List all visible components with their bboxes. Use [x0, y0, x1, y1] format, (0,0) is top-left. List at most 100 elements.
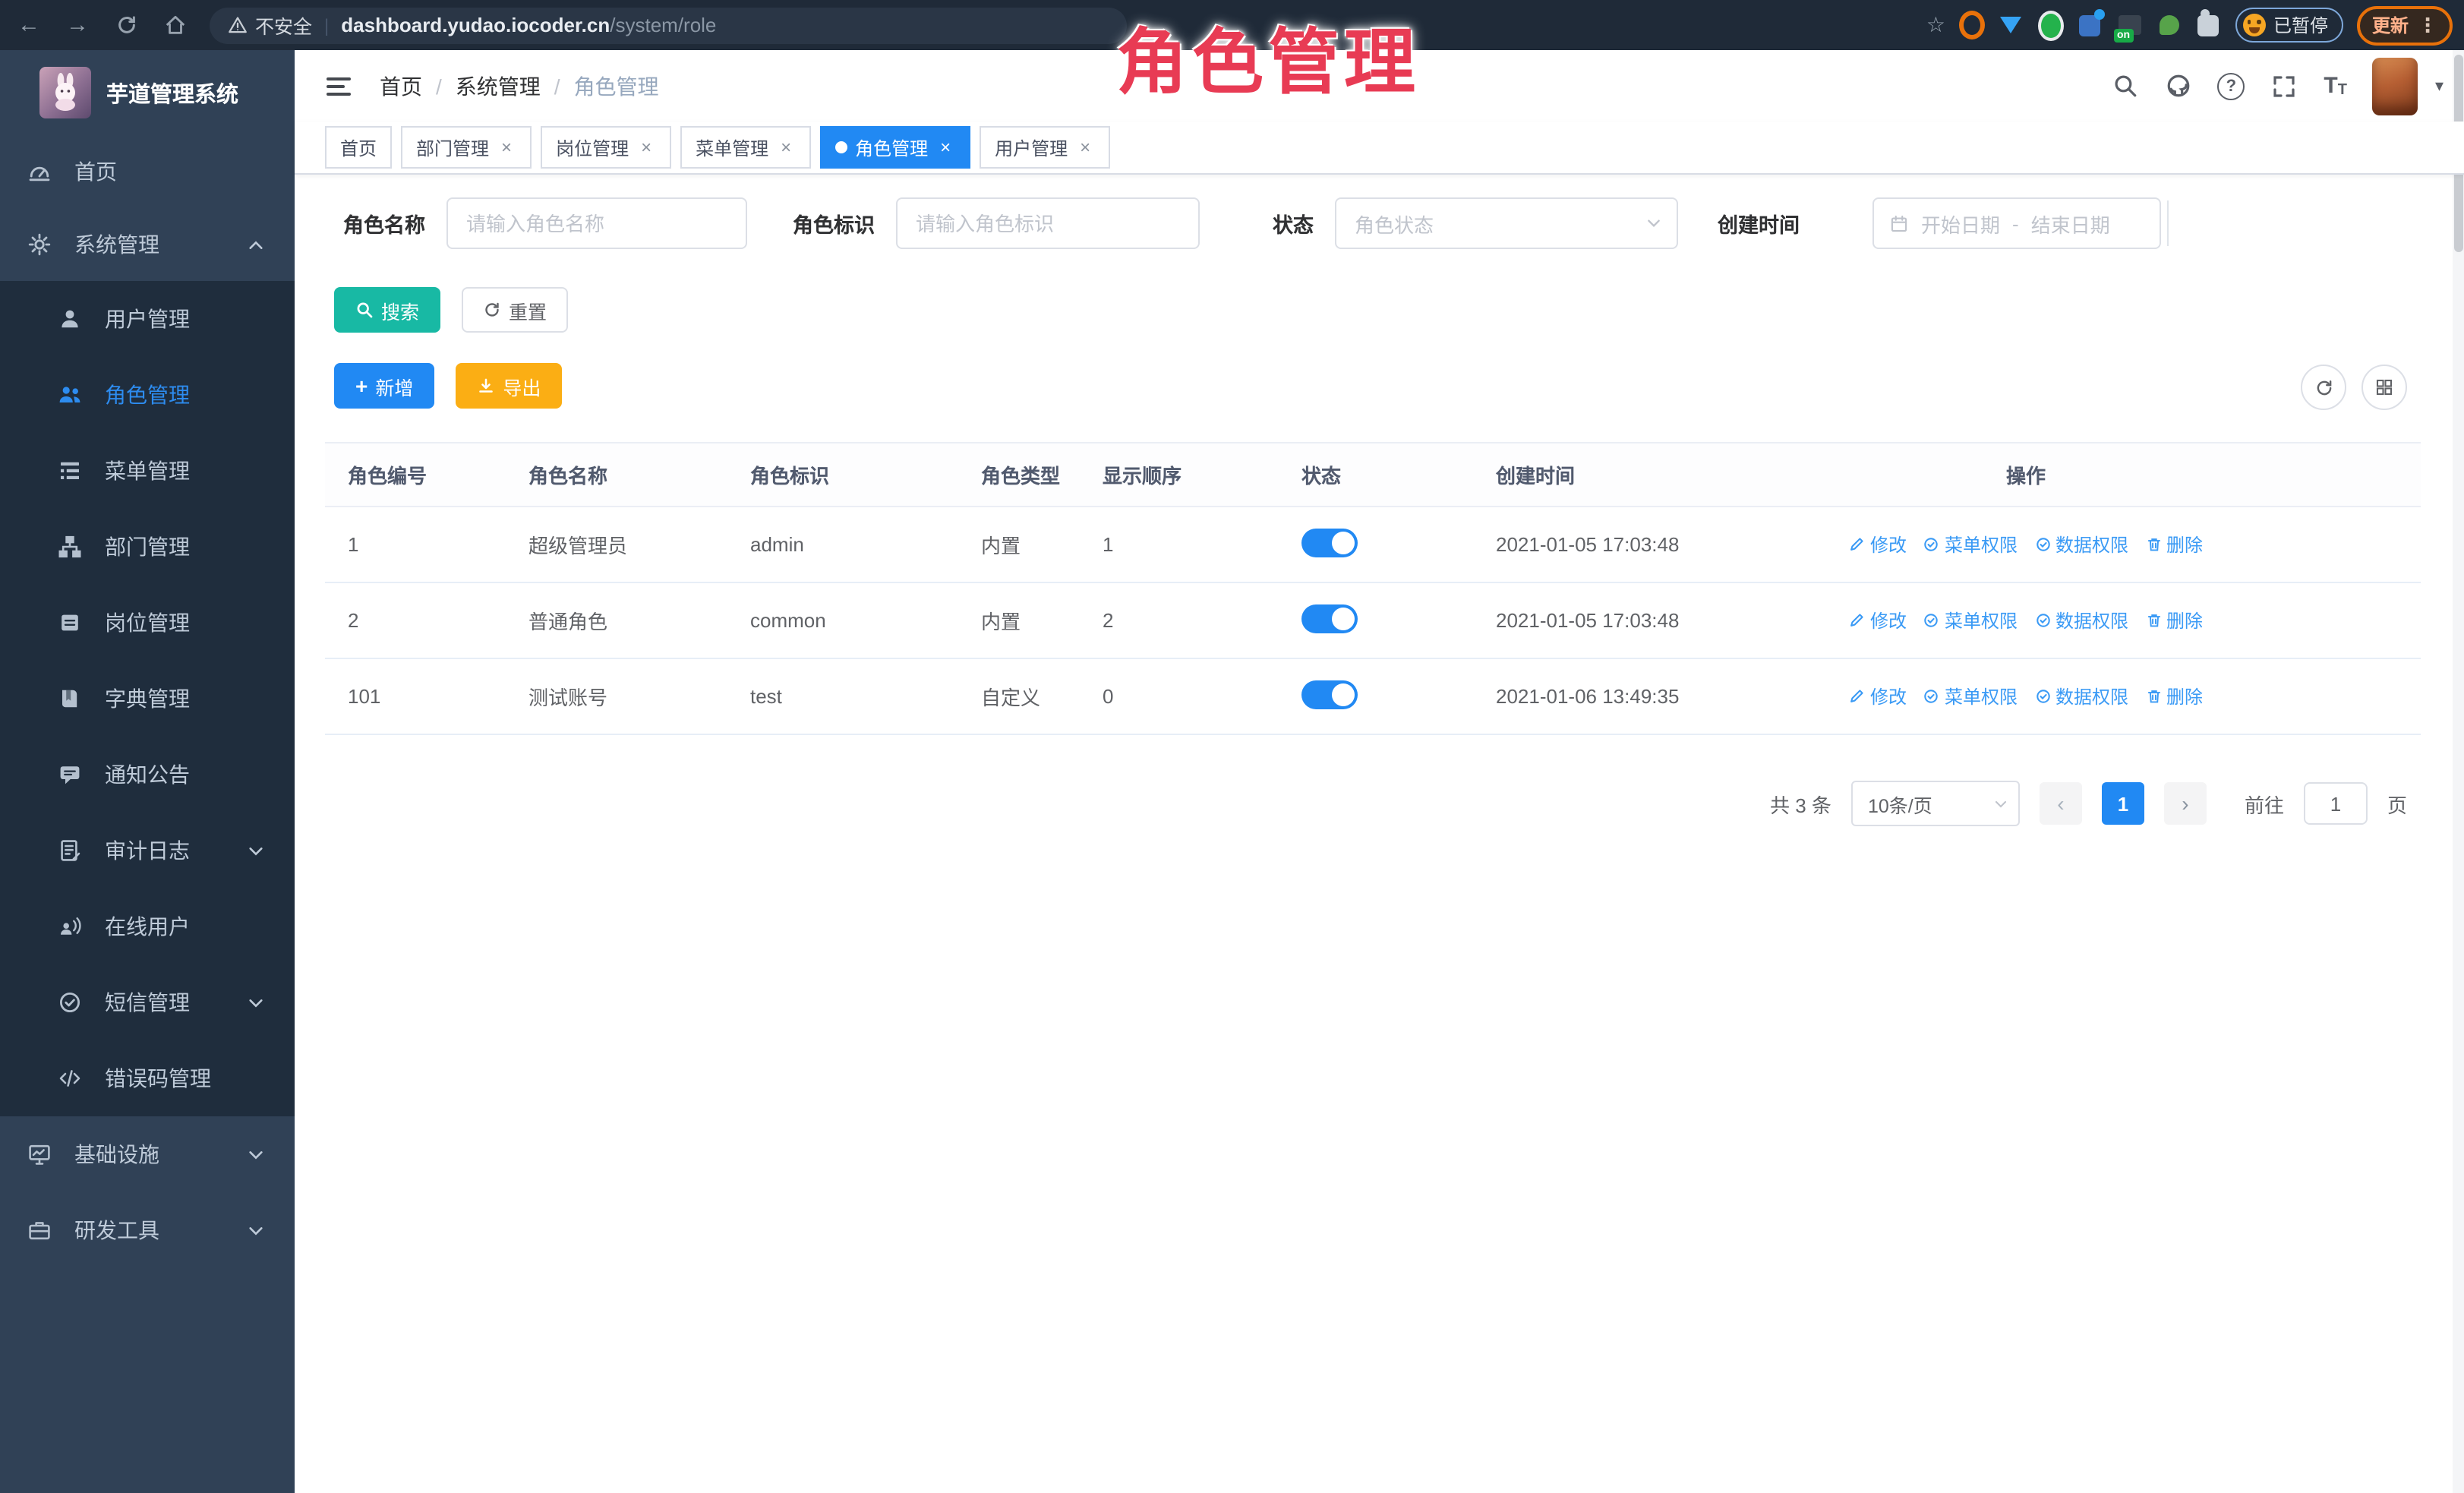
status-toggle[interactable]	[1301, 680, 1358, 709]
close-icon[interactable]: ×	[497, 137, 516, 158]
tab-home[interactable]: 首页	[325, 126, 392, 169]
edit-link[interactable]: 修改	[1849, 683, 1907, 709]
close-icon[interactable]: ×	[776, 137, 796, 158]
page-1-button[interactable]: 1	[2102, 782, 2144, 825]
bookmark-star-icon[interactable]: ☆	[1926, 12, 1945, 38]
url-bar[interactable]: 不安全 | dashboard.yudao.iocoder.cn/system/…	[210, 7, 1127, 43]
col-header-created: 创建时间	[1473, 460, 1831, 489]
extensions-puzzle-icon[interactable]	[2196, 12, 2222, 38]
browser-home-icon[interactable]	[155, 5, 194, 45]
sidebar-logo[interactable]: 芋道管理系统	[0, 50, 295, 135]
extension-icon-1[interactable]	[1959, 12, 1985, 38]
font-size-icon[interactable]: TT	[2324, 73, 2347, 99]
sidebar-item-label: 研发工具	[74, 1215, 159, 1245]
github-icon[interactable]	[2164, 72, 2191, 99]
sidebar-item-audit-log[interactable]: 审计日志	[0, 813, 295, 889]
sidebar-item-roles[interactable]: 角色管理	[0, 357, 295, 433]
cell-sort: 0	[1080, 685, 1279, 708]
profile-paused-chip[interactable]: 已暂停	[2235, 8, 2343, 43]
role-name-input[interactable]	[446, 197, 747, 249]
status-toggle[interactable]	[1301, 528, 1358, 557]
page-size-select[interactable]: 10条/页	[1851, 781, 2020, 826]
role-key-input[interactable]	[896, 197, 1200, 249]
data-permission-link[interactable]: 数据权限	[2034, 608, 2128, 633]
reset-button[interactable]: 重置	[462, 287, 568, 333]
column-settings-button[interactable]	[2361, 365, 2407, 410]
close-icon[interactable]: ×	[636, 137, 656, 158]
tab-posts[interactable]: 岗位管理×	[541, 126, 671, 169]
browser-menu-icon[interactable]: ⋮	[2418, 13, 2437, 37]
sidebar-item-home[interactable]: 首页	[0, 135, 295, 208]
status-select[interactable]: 角色状态	[1335, 197, 1678, 249]
sidebar-item-error-codes[interactable]: 错误码管理	[0, 1040, 295, 1116]
log-document-icon	[58, 838, 82, 863]
cell-name: 测试账号	[506, 682, 727, 711]
sidebar-item-dict[interactable]: 字典管理	[0, 661, 295, 737]
goto-page-input[interactable]	[2304, 782, 2368, 825]
tab-roles[interactable]: 角色管理×	[820, 126, 970, 169]
avatar-caret-icon[interactable]: ▾	[2435, 76, 2443, 96]
search-icon[interactable]	[2111, 72, 2138, 99]
browser-forward-icon[interactable]: →	[58, 5, 97, 45]
help-icon[interactable]: ?	[2217, 72, 2245, 99]
sidebar-item-dev-tools[interactable]: 研发工具	[0, 1192, 295, 1268]
sidebar-item-system[interactable]: 系统管理	[0, 208, 295, 281]
sidebar-item-departments[interactable]: 部门管理	[0, 509, 295, 585]
search-button[interactable]: 搜索	[334, 287, 440, 333]
extension-icon-4[interactable]	[2078, 12, 2103, 38]
sidebar-item-label: 字典管理	[105, 683, 190, 714]
sidebar-item-posts[interactable]: 岗位管理	[0, 585, 295, 661]
avatar[interactable]	[2373, 57, 2418, 115]
delete-link[interactable]: 删除	[2145, 532, 2203, 557]
chrome-update-button[interactable]: 更新 ⋮	[2357, 5, 2453, 45]
export-button[interactable]: 导出	[456, 363, 562, 409]
edit-link[interactable]: 修改	[1849, 608, 1907, 633]
page-unit-label: 页	[2387, 789, 2407, 818]
prev-page-button[interactable]: ‹	[2040, 782, 2082, 825]
cell-type: 内置	[958, 606, 1080, 635]
col-header-key: 角色标识	[727, 460, 958, 489]
hamburger-icon[interactable]	[325, 74, 352, 98]
status-toggle[interactable]	[1301, 604, 1358, 633]
date-range-picker[interactable]: 开始日期 - 结束日期	[1872, 197, 2161, 249]
sidebar-item-label: 菜单管理	[105, 456, 190, 486]
menu-permission-link[interactable]: 菜单权限	[1923, 683, 2018, 709]
cell-type: 内置	[958, 530, 1080, 559]
next-page-button[interactable]: ›	[2164, 782, 2207, 825]
data-permission-link[interactable]: 数据权限	[2034, 683, 2128, 709]
close-icon[interactable]: ×	[1075, 137, 1095, 158]
delete-link[interactable]: 删除	[2145, 608, 2203, 633]
delete-link[interactable]: 删除	[2145, 683, 2203, 709]
fullscreen-icon[interactable]	[2270, 72, 2298, 99]
close-icon[interactable]: ×	[935, 137, 955, 158]
menu-permission-link[interactable]: 菜单权限	[1923, 532, 2018, 557]
sidebar-item-online-users[interactable]: 在线用户	[0, 889, 295, 964]
extension-icon-2[interactable]	[1999, 12, 2024, 38]
sidebar-item-menus[interactable]: 菜单管理	[0, 433, 295, 509]
browser-back-icon[interactable]: ←	[9, 5, 49, 45]
row-actions: 修改 菜单权限 数据权限 删除	[1831, 608, 2220, 633]
edit-link[interactable]: 修改	[1849, 532, 1907, 557]
extension-icon-6[interactable]	[2156, 12, 2182, 38]
sidebar-item-users[interactable]: 用户管理	[0, 281, 295, 357]
breadcrumb-system[interactable]: 系统管理	[456, 71, 541, 101]
tab-departments[interactable]: 部门管理×	[401, 126, 532, 169]
extension-icon-3[interactable]	[2038, 12, 2064, 38]
breadcrumb-home[interactable]: 首页	[380, 71, 422, 101]
add-button[interactable]: + 新增	[334, 363, 434, 409]
role-key-label: 角色标识	[793, 208, 875, 238]
edit-icon	[1849, 536, 1866, 553]
active-tab-dot	[835, 141, 847, 153]
sidebar-item-infrastructure[interactable]: 基础设施	[0, 1116, 295, 1192]
tab-menus[interactable]: 菜单管理×	[680, 126, 811, 169]
extension-icon-5[interactable]: on	[2117, 12, 2143, 38]
menu-permission-link[interactable]: 菜单权限	[1923, 608, 2018, 633]
sidebar-item-sms[interactable]: 短信管理	[0, 964, 295, 1040]
browser-reload-icon[interactable]	[106, 5, 146, 45]
refresh-table-button[interactable]	[2301, 365, 2346, 410]
check-circle-icon	[2034, 688, 2051, 705]
logo-rabbit-image	[39, 67, 91, 118]
tab-users[interactable]: 用户管理×	[980, 126, 1110, 169]
data-permission-link[interactable]: 数据权限	[2034, 532, 2128, 557]
sidebar-item-notice[interactable]: 通知公告	[0, 737, 295, 813]
